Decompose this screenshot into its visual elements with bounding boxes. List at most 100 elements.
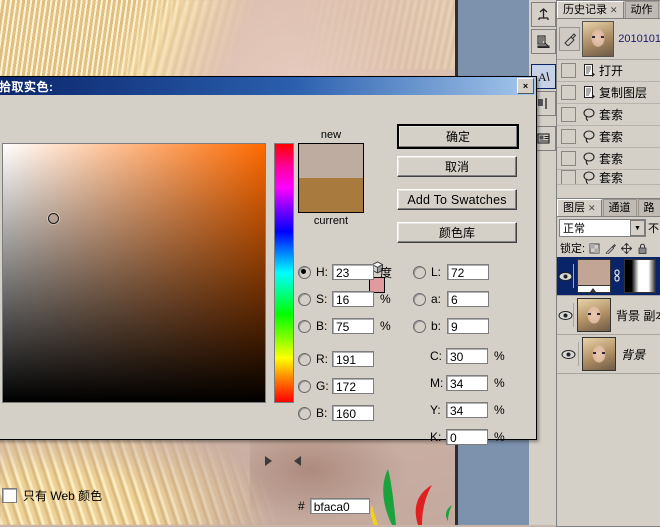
input-s[interactable]: 16: [332, 291, 374, 307]
cmyk-field-m[interactable]: M: 34 %: [430, 374, 505, 392]
link-icon[interactable]: [613, 266, 621, 286]
tab-actions[interactable]: 动作: [625, 1, 659, 18]
lasso-icon: [580, 150, 599, 167]
history-item[interactable]: 打开: [557, 60, 660, 82]
history-state-toggle[interactable]: [561, 170, 576, 185]
radio-s[interactable]: [298, 293, 311, 306]
chevron-down-icon[interactable]: ▼: [630, 220, 645, 236]
cancel-button[interactable]: 取消: [397, 156, 517, 177]
layer-mask-thumbnail[interactable]: [624, 259, 656, 293]
input-h[interactable]: 23: [332, 264, 374, 280]
eye-icon[interactable]: [558, 264, 574, 288]
web-colors-only-checkbox-row[interactable]: 只有 Web 颜色: [2, 487, 102, 504]
history-state-toggle[interactable]: [561, 129, 576, 144]
input-g[interactable]: 172: [332, 378, 374, 394]
layer-thumbnail[interactable]: [577, 259, 611, 293]
hue-slider-handle-left[interactable]: [265, 456, 272, 466]
history-state-toggle[interactable]: [561, 63, 576, 78]
color-picker-dialog[interactable]: 拾取实色: × new current: [0, 76, 537, 440]
history-item[interactable]: 套索: [557, 104, 660, 126]
history-item-label: 复制图层: [599, 84, 647, 101]
input-r[interactable]: 191: [332, 351, 374, 367]
ok-button[interactable]: 确定: [397, 124, 519, 149]
hue-slider-handle-right[interactable]: [294, 456, 301, 466]
color-preview-box[interactable]: [298, 143, 364, 213]
stamp-tool-icon[interactable]: [531, 29, 556, 54]
saturation-brightness-field[interactable]: [2, 143, 266, 403]
history-snapshot-row[interactable]: 20101013: [557, 19, 660, 60]
blend-mode-value: 正常: [563, 220, 585, 236]
web-colors-only-checkbox[interactable]: [2, 488, 17, 503]
eye-icon[interactable]: [558, 342, 579, 366]
radio-l[interactable]: [413, 266, 426, 279]
tab-paths[interactable]: 路: [638, 199, 660, 216]
lock-all-icon[interactable]: [636, 242, 649, 255]
radio-a[interactable]: [413, 293, 426, 306]
input-k[interactable]: 0: [446, 429, 488, 445]
hsb-field-h[interactable]: H: 23 度: [298, 263, 392, 281]
lab-field-b[interactable]: b: 9: [413, 317, 489, 335]
color-field-marker[interactable]: [48, 213, 59, 224]
rgb-field-g[interactable]: G: 172: [298, 377, 374, 395]
input-b-blue[interactable]: 160: [332, 405, 374, 421]
close-icon[interactable]: ✕: [610, 2, 618, 18]
history-item[interactable]: 复制图层: [557, 82, 660, 104]
anchor-tool-icon[interactable]: [531, 2, 556, 27]
eye-icon[interactable]: [558, 303, 574, 327]
tab-channels[interactable]: 通道: [603, 199, 637, 216]
new-color-swatch[interactable]: [299, 144, 363, 178]
layer-thumbnail[interactable]: [577, 298, 611, 332]
tab-layers[interactable]: 图层 ✕: [557, 199, 602, 216]
add-to-swatches-button[interactable]: Add To Swatches: [397, 189, 517, 210]
history-item[interactable]: 套索: [557, 126, 660, 148]
history-state-toggle[interactable]: [561, 85, 576, 100]
input-y[interactable]: 34: [446, 402, 488, 418]
history-brush-icon[interactable]: [559, 27, 580, 51]
radio-b-brightness[interactable]: [298, 320, 311, 333]
layer-row[interactable]: [557, 257, 660, 296]
blend-mode-select[interactable]: 正常 ▼: [559, 219, 646, 237]
lock-paint-icon[interactable]: [604, 242, 617, 255]
input-b-lab[interactable]: 9: [447, 318, 489, 334]
hsb-field-b[interactable]: B: 75 %: [298, 317, 391, 335]
layer-row[interactable]: 背景: [557, 335, 660, 374]
radio-g[interactable]: [298, 380, 311, 393]
input-m[interactable]: 34: [446, 375, 488, 391]
lab-field-l[interactable]: L: 72: [413, 263, 489, 281]
cmyk-field-c[interactable]: C: 30 %: [430, 347, 505, 365]
radio-r[interactable]: [298, 353, 311, 366]
input-c[interactable]: 30: [446, 348, 488, 364]
rgb-field-b[interactable]: B: 160: [298, 404, 374, 422]
lock-transparent-icon[interactable]: [588, 242, 601, 255]
radio-b-blue[interactable]: [298, 407, 311, 420]
rgb-field-r[interactable]: R: 191: [298, 350, 374, 368]
hex-input[interactable]: bfaca0: [310, 498, 370, 514]
lab-field-a[interactable]: a: 6: [413, 290, 489, 308]
layer-thumbnail[interactable]: [582, 337, 616, 371]
input-l[interactable]: 72: [447, 264, 489, 280]
dialog-title: 拾取实色:: [0, 78, 54, 95]
hue-slider[interactable]: [274, 143, 294, 403]
radio-h[interactable]: [298, 266, 311, 279]
cmyk-field-k[interactable]: K: 0 %: [430, 428, 505, 446]
current-color-swatch[interactable]: [299, 178, 363, 212]
close-icon[interactable]: ✕: [588, 200, 596, 216]
dialog-titlebar[interactable]: 拾取实色: ×: [0, 77, 536, 95]
tab-history[interactable]: 历史记录 ✕: [557, 1, 624, 18]
lock-move-icon[interactable]: [620, 242, 633, 255]
layer-row[interactable]: 背景 副本: [557, 296, 660, 335]
close-icon[interactable]: ×: [517, 78, 534, 94]
input-a[interactable]: 6: [447, 291, 489, 307]
history-state-toggle[interactable]: [561, 107, 576, 122]
input-b-brightness[interactable]: 75: [332, 318, 374, 334]
radio-b-lab[interactable]: [413, 320, 426, 333]
hsb-field-s[interactable]: S: 16 %: [298, 290, 391, 308]
label-m: M:: [430, 376, 446, 390]
history-item[interactable]: 套索: [557, 148, 660, 170]
color-libraries-button[interactable]: 颜色库: [397, 222, 517, 243]
history-state-toggle[interactable]: [561, 151, 576, 166]
hex-field-row[interactable]: # bfaca0: [298, 498, 370, 514]
cmyk-field-y[interactable]: Y: 34 %: [430, 401, 505, 419]
history-list[interactable]: 20101013 打开: [557, 19, 660, 185]
history-item[interactable]: 套索: [557, 170, 660, 185]
